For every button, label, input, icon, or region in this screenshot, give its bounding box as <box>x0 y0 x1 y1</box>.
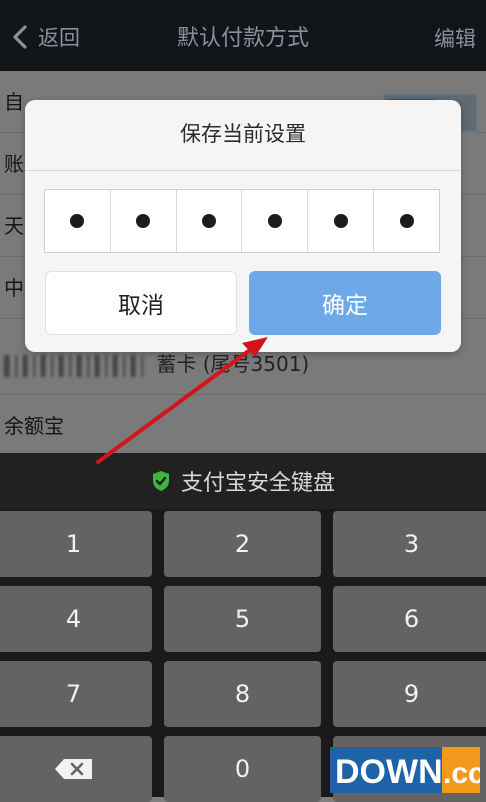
key-9[interactable]: 9 <box>333 661 486 727</box>
key-0[interactable]: 0 <box>164 736 321 802</box>
save-settings-dialog: 保存当前设置 取消 确定 <box>25 100 461 352</box>
pin-dot <box>70 214 85 228</box>
pin-dot <box>267 214 282 228</box>
list-item-label: 天 <box>4 214 24 238</box>
pin-dot <box>333 214 348 228</box>
key-2[interactable]: 2 <box>164 511 321 577</box>
pin-cell <box>45 190 111 252</box>
key-7[interactable]: 7 <box>0 661 152 727</box>
list-item-label: 余额宝 <box>4 414 64 438</box>
pin-cell <box>111 190 177 252</box>
shield-check-icon <box>152 471 169 491</box>
password-input[interactable] <box>44 189 440 253</box>
svg-text:DOWN: DOWN <box>335 753 443 791</box>
pin-cell <box>177 190 243 252</box>
list-item-label: 蓄卡 (尾号3501) <box>156 352 310 376</box>
pin-dot <box>202 214 217 228</box>
down-cc-watermark-logo: DOWN .cc <box>330 747 480 793</box>
keyboard-header: 支付宝安全键盘 <box>0 453 486 509</box>
svg-text:.cc: .cc <box>443 757 480 790</box>
key-8[interactable]: 8 <box>164 661 321 727</box>
pin-dot <box>136 214 151 228</box>
list-item-label: 自 <box>4 90 24 114</box>
key-4[interactable]: 4 <box>0 586 152 652</box>
cancel-button[interactable]: 取消 <box>45 271 237 335</box>
edit-button[interactable]: 编辑 <box>434 23 476 53</box>
list-item-label: 中 <box>4 276 24 300</box>
divider <box>25 170 461 171</box>
key-3[interactable]: 3 <box>333 511 486 577</box>
pin-cell <box>308 190 375 252</box>
list-item-label: 账 <box>4 152 24 176</box>
dialog-title: 保存当前设置 <box>180 122 306 146</box>
keyboard-title: 支付宝安全键盘 <box>180 471 335 496</box>
pin-cell <box>374 190 439 252</box>
backspace-icon <box>54 759 92 779</box>
pin-dot <box>399 214 414 228</box>
blurred-card-name <box>4 354 144 377</box>
page-title: 默认付款方式 <box>176 26 309 51</box>
key-6[interactable]: 6 <box>333 586 486 652</box>
key-5[interactable]: 5 <box>164 586 321 652</box>
key-backspace[interactable] <box>0 736 152 802</box>
key-1[interactable]: 1 <box>0 511 152 577</box>
confirm-button[interactable]: 确定 <box>249 271 441 335</box>
pin-cell <box>242 190 309 252</box>
top-bar: 返回 默认付款方式 编辑 <box>0 0 486 71</box>
list-item-yuebao[interactable]: 余额宝 <box>0 395 486 457</box>
